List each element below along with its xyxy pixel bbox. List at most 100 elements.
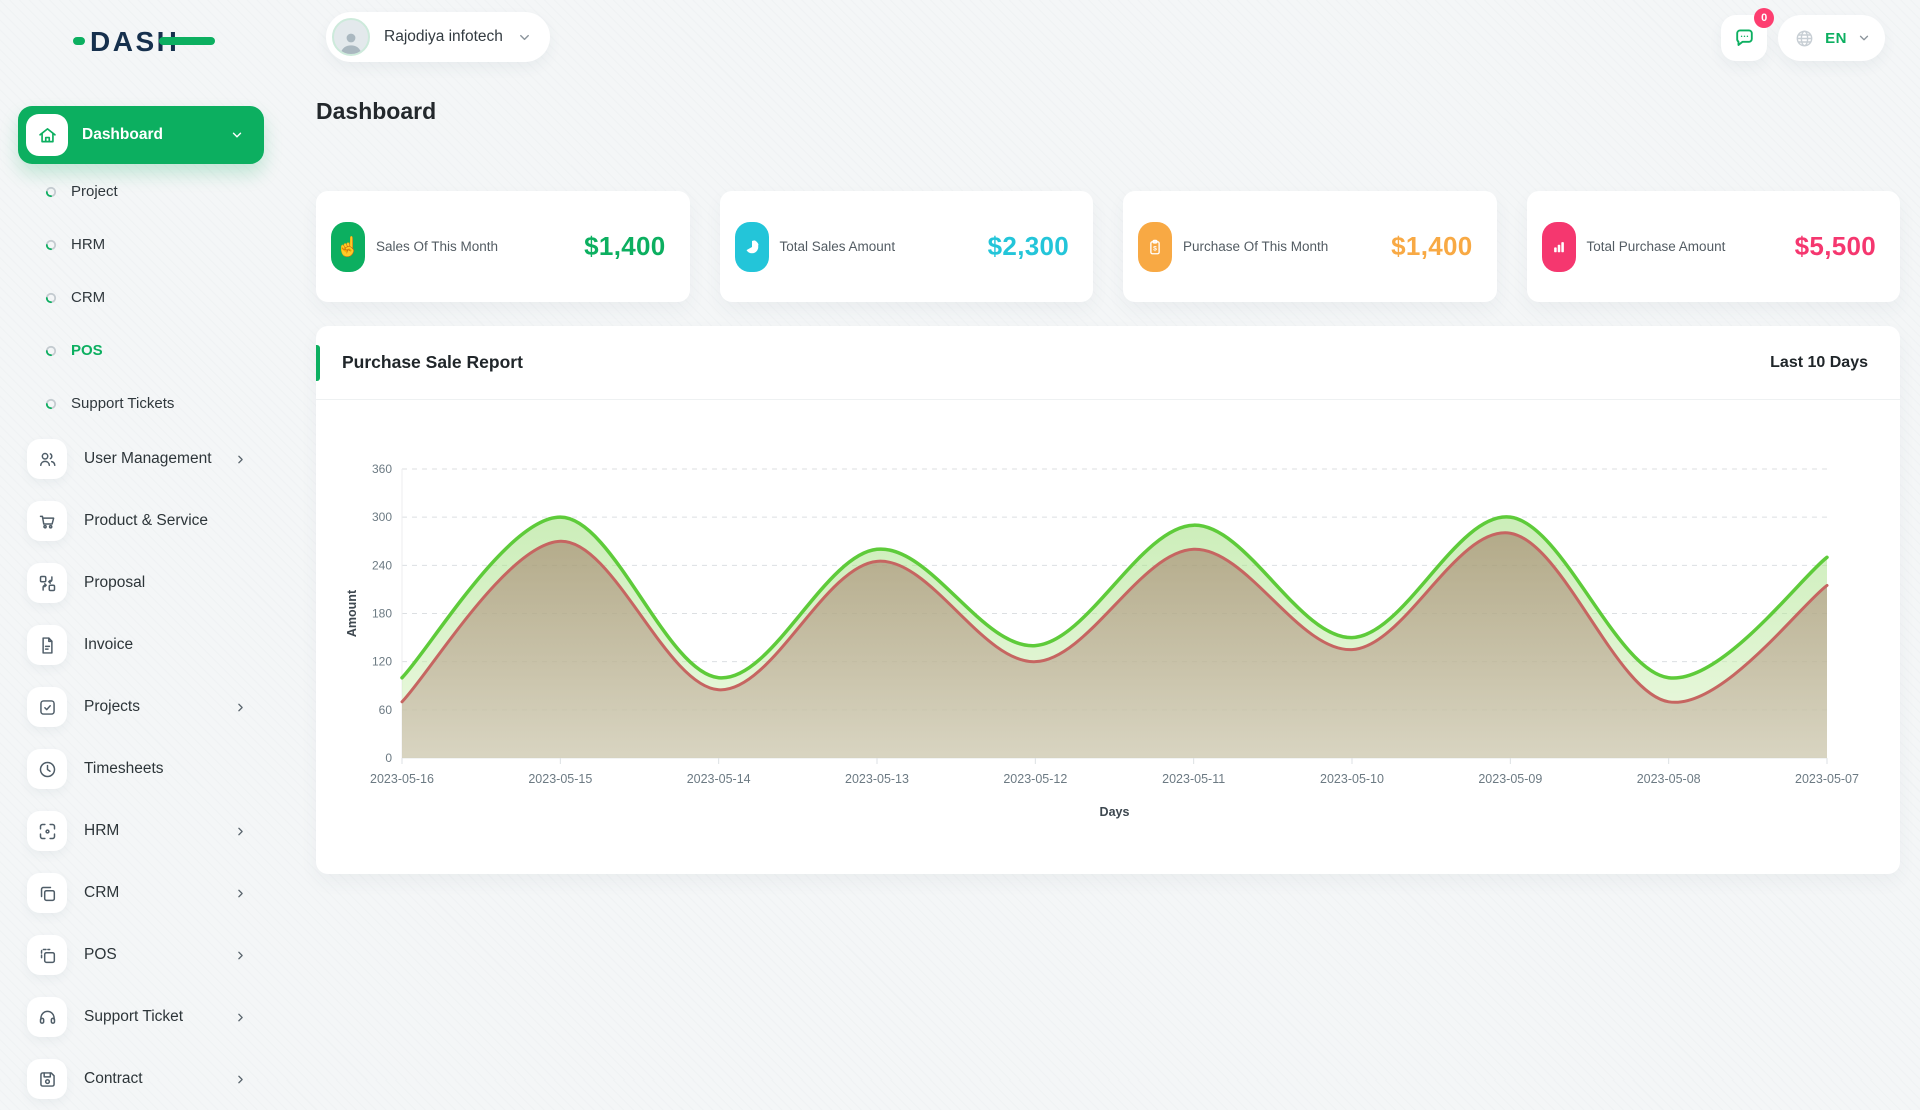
headset-icon [27, 997, 67, 1037]
brand-logo-graphic: DASH [73, 22, 223, 58]
sidebar-item-label: Dashboard [82, 126, 163, 144]
sidebar-item-projects[interactable]: Projects [0, 676, 285, 738]
copy-squares-icon [27, 873, 67, 913]
tap-icon: ☝ [331, 222, 365, 272]
stat-value: $5,500 [1795, 231, 1876, 262]
sidebar-subitem-hrm[interactable]: HRM [0, 218, 285, 271]
home-icon [26, 114, 68, 156]
svg-text:$: $ [1153, 245, 1157, 252]
document-icon [27, 625, 67, 665]
sidebar-item-label: Contract [84, 1070, 143, 1088]
bullet-ring-icon [45, 186, 57, 198]
sidebar-subitem-label: POS [71, 342, 103, 359]
x-axis-title: Days [1100, 805, 1130, 819]
chevron-right-icon [234, 1073, 247, 1086]
y-tick-label: 360 [372, 462, 392, 476]
stat-cards: ☝ Sales Of This Month $1,400 Total Sales… [316, 191, 1900, 302]
x-tick-label: 2023-05-15 [528, 772, 592, 786]
brand-logo: DASH [73, 22, 223, 58]
stat-card-sales-month: ☝ Sales Of This Month $1,400 [316, 191, 690, 302]
sidebar-item-label: Projects [84, 698, 140, 716]
sidebar-item-proposal[interactable]: Proposal [0, 552, 285, 614]
sidebar-item-label: User Management [84, 450, 212, 468]
sidebar-subitem-crm[interactable]: CRM [0, 271, 285, 324]
x-tick-label: 2023-05-09 [1478, 772, 1542, 786]
x-tick-label: 2023-05-16 [370, 772, 434, 786]
sidebar-item-label: Invoice [84, 636, 133, 654]
sidebar-item-dashboard[interactable]: Dashboard [18, 106, 264, 164]
pie-chart-icon [735, 222, 769, 272]
clipboard-dollar-icon: $ [1138, 222, 1172, 272]
chevron-down-icon [230, 128, 244, 142]
copy-squares-icon [27, 935, 67, 975]
chevron-right-icon [234, 949, 247, 962]
stat-value: $1,400 [1391, 231, 1472, 262]
y-tick-label: 0 [385, 751, 392, 765]
bar-chart-icon [1542, 222, 1576, 272]
sidebar-item-label: Timesheets [84, 760, 164, 778]
sidebar-item-label: Proposal [84, 574, 145, 592]
clock-icon [27, 749, 67, 789]
sidebar-item-crm[interactable]: CRM [0, 862, 285, 924]
sidebar-subitem-pos[interactable]: POS [0, 324, 285, 377]
users-icon [27, 439, 67, 479]
save-icon [27, 1059, 67, 1099]
purchase-sale-chart[interactable]: 0601201802403003602023-05-162023-05-1520… [316, 400, 1900, 874]
y-axis-title: Amount [345, 589, 359, 637]
x-tick-label: 2023-05-13 [845, 772, 909, 786]
y-tick-label: 60 [379, 703, 393, 717]
sidebar-item-label: POS [84, 946, 117, 964]
report-title: Purchase Sale Report [342, 352, 523, 373]
bullet-ring-icon [45, 398, 57, 410]
sidebar-subitem-label: Project [71, 183, 118, 200]
sidebar-subitem-project[interactable]: Project [0, 165, 285, 218]
sidebar-menu: User Management Product & Service Propos… [0, 428, 285, 1110]
bullet-ring-icon [45, 292, 57, 304]
sidebar-item-label: Product & Service [84, 512, 208, 530]
stat-label: Total Sales Amount [780, 239, 896, 254]
cart-icon [27, 501, 67, 541]
task-check-icon [27, 687, 67, 727]
chevron-right-icon [234, 701, 247, 714]
accent-bar [316, 345, 320, 381]
stat-value: $1,400 [584, 231, 665, 262]
sidebar-item-hrm[interactable]: HRM [0, 800, 285, 862]
x-tick-label: 2023-05-08 [1637, 772, 1701, 786]
y-tick-label: 300 [372, 510, 392, 524]
chart-x-labels: 2023-05-16 2023-05-15 2023-05-14 2023-05-13… [370, 772, 1859, 786]
chevron-right-icon [234, 887, 247, 900]
x-tick-label: 2023-05-12 [1003, 772, 1067, 786]
sidebar-item-timesheets[interactable]: Timesheets [0, 738, 285, 800]
report-range-label: Last 10 Days [1770, 354, 1868, 372]
sidebar-subitem-label: Support Tickets [71, 395, 174, 412]
chevron-right-icon [234, 825, 247, 838]
stat-label: Sales Of This Month [376, 239, 498, 254]
stat-label: Total Purchase Amount [1587, 239, 1726, 254]
sidebar-item-user-management[interactable]: User Management [0, 428, 285, 490]
stat-value: $2,300 [988, 231, 1069, 262]
sidebar-item-product-service[interactable]: Product & Service [0, 490, 285, 552]
x-tick-label: 2023-05-10 [1320, 772, 1384, 786]
sidebar-item-pos[interactable]: POS [0, 924, 285, 986]
swap-boxes-icon [27, 563, 67, 603]
page-title: Dashboard [316, 98, 436, 125]
sidebar-item-invoice[interactable]: Invoice [0, 614, 285, 676]
sidebar-item-contract[interactable]: Contract [0, 1048, 285, 1110]
y-tick-label: 240 [372, 558, 392, 572]
stat-card-purchase-month: $ Purchase Of This Month $1,400 [1123, 191, 1497, 302]
purchase-sale-report-card: Purchase Sale Report Last 10 Days 0 60 120… [316, 326, 1900, 874]
stat-card-total-sales: Total Sales Amount $2,300 [720, 191, 1094, 302]
report-header: Purchase Sale Report Last 10 Days [316, 326, 1900, 400]
x-tick-label: 2023-05-14 [687, 772, 751, 786]
sidebar-item-label: HRM [84, 822, 119, 840]
stat-label: Purchase Of This Month [1183, 239, 1328, 254]
x-tick-label: 2023-05-07 [1795, 772, 1859, 786]
sidebar-item-support-ticket[interactable]: Support Ticket [0, 986, 285, 1048]
sidebar-item-label: Support Ticket [84, 1008, 183, 1026]
sidebar-subitem-label: CRM [71, 289, 105, 306]
sidebar: DASH Dashboard Project HRM CRM PO [0, 0, 285, 1080]
bullet-ring-icon [45, 239, 57, 251]
y-tick-label: 120 [372, 655, 392, 669]
sidebar-subitem-support-tickets[interactable]: Support Tickets [0, 377, 285, 430]
x-tick-label: 2023-05-11 [1162, 772, 1225, 786]
